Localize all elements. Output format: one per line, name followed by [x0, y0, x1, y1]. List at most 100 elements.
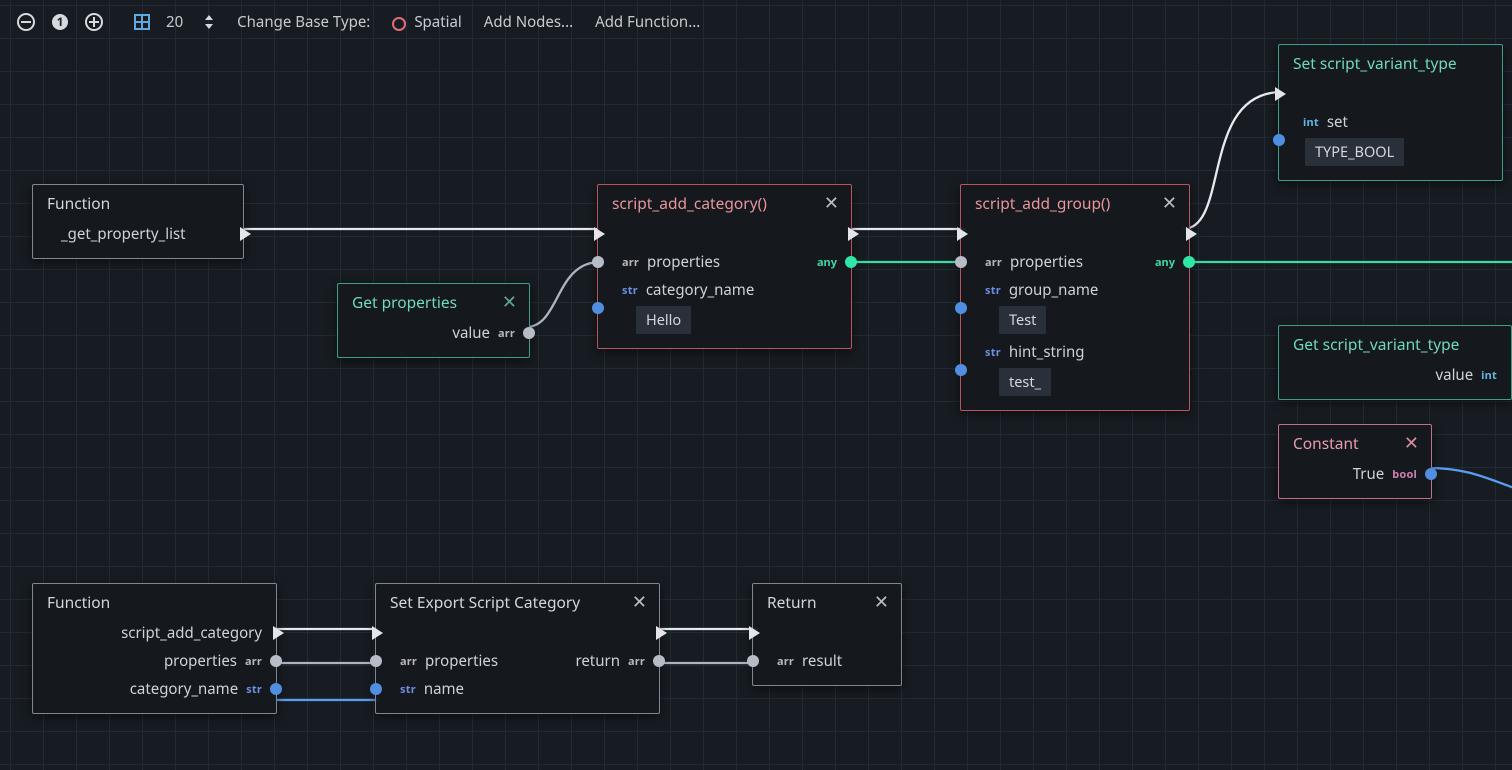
change-base-type-label: Change Base Type:: [231, 10, 376, 34]
type-tag-arr: arr: [622, 255, 639, 270]
properties-label: properties: [425, 651, 498, 671]
properties-in-port[interactable]: [955, 256, 967, 268]
type-tag-any: any: [817, 255, 837, 270]
close-icon[interactable]: ✕: [874, 593, 889, 611]
type-tag-arr: arr: [498, 326, 515, 341]
node-title: Constant: [1293, 432, 1359, 454]
node-title: Get script_variant_type: [1293, 333, 1459, 355]
grid-snap-value[interactable]: 20: [166, 12, 183, 32]
exec-in-port[interactable]: [594, 227, 605, 241]
node-title: Get properties: [352, 291, 457, 313]
result-in-port[interactable]: [747, 655, 759, 667]
type-tag-any: any: [1155, 255, 1175, 270]
node-script-add-group[interactable]: script_add_group() ✕ arr properties any: [960, 184, 1190, 411]
node-function-get-property-list[interactable]: Function _get_property_list: [32, 184, 244, 259]
any-out-port[interactable]: [845, 256, 857, 268]
type-tag-int: int: [1481, 368, 1497, 383]
snap-grid-icon[interactable]: [130, 10, 154, 34]
node-title: Set script_variant_type: [1293, 52, 1457, 74]
close-icon[interactable]: ✕: [502, 293, 517, 311]
type-tag-arr: arr: [628, 654, 645, 669]
graph-canvas[interactable]: Function _get_property_list Get properti…: [0, 0, 1512, 770]
type-tag-arr: arr: [777, 654, 794, 669]
exec-out-port[interactable]: [848, 227, 859, 241]
value-label: value: [1436, 365, 1474, 385]
properties-in-port[interactable]: [370, 655, 382, 667]
properties-out-port[interactable]: [270, 655, 282, 667]
group-name-value[interactable]: Test: [999, 306, 1046, 334]
exec-out-port[interactable]: [656, 626, 667, 640]
svg-text:1: 1: [57, 13, 64, 30]
hint-string-value[interactable]: test_: [999, 368, 1051, 396]
node-get-script-variant-type[interactable]: Get script_variant_type value int: [1278, 325, 1512, 400]
close-icon[interactable]: ✕: [824, 194, 839, 212]
node-function-script-add-category[interactable]: Function script_add_category properties …: [32, 583, 277, 714]
type-tag-arr: arr: [985, 255, 1002, 270]
result-label: result: [802, 651, 842, 671]
spatial-icon: [392, 17, 406, 31]
data-out-port[interactable]: [1425, 468, 1437, 480]
type-tag-bool: bool: [1392, 467, 1417, 482]
type-tag-arr: arr: [400, 654, 417, 669]
properties-in-port[interactable]: [592, 256, 604, 268]
output-label: value: [452, 323, 490, 343]
type-tag-str: str: [246, 682, 262, 697]
name-in-port[interactable]: [370, 683, 382, 695]
close-icon[interactable]: ✕: [1404, 434, 1419, 452]
exec-out-port[interactable]: [273, 626, 284, 640]
set-value[interactable]: TYPE_BOOL: [1305, 138, 1404, 166]
exec-in-port[interactable]: [957, 227, 968, 241]
type-tag-str: str: [622, 283, 638, 298]
node-constant[interactable]: Constant ✕ True bool: [1278, 424, 1432, 499]
category-name-out-port[interactable]: [270, 683, 282, 695]
group-name-label: group_name: [1009, 280, 1099, 300]
return-out-port[interactable]: [653, 655, 665, 667]
type-tag-str: str: [985, 345, 1001, 360]
close-icon[interactable]: ✕: [1162, 194, 1177, 212]
type-tag-str: str: [985, 283, 1001, 298]
exec-in-port[interactable]: [749, 626, 760, 640]
function-entry: script_add_category: [121, 623, 262, 643]
return-label: return: [575, 651, 620, 671]
graph-toolbar: 1 20 Change Base Type: Spatial Add Nodes…: [0, 0, 1512, 44]
function-entry: _get_property_list: [61, 224, 186, 244]
constant-value-label: True: [1353, 464, 1385, 484]
data-out-port[interactable]: [523, 327, 535, 339]
node-title: Function: [47, 591, 110, 613]
properties-label: properties: [1010, 252, 1083, 272]
stepper-icon[interactable]: [197, 10, 221, 34]
node-set-script-variant-type[interactable]: Set script_variant_type int set TYPE_BOO…: [1278, 44, 1503, 181]
node-set-export-script-category[interactable]: Set Export Script Category ✕ arr propert…: [375, 583, 660, 714]
add-function-button[interactable]: Add Function...: [589, 10, 706, 34]
type-tag-arr: arr: [245, 654, 262, 669]
zoom-in-icon[interactable]: [82, 10, 106, 34]
node-script-add-category[interactable]: script_add_category() ✕ arr properties a…: [597, 184, 852, 349]
node-return[interactable]: Return ✕ arr result: [752, 583, 902, 686]
close-icon[interactable]: ✕: [632, 593, 647, 611]
type-tag-int: int: [1303, 115, 1319, 130]
category-name-label: category_name: [646, 280, 754, 300]
base-type-value: Spatial: [414, 12, 461, 32]
exec-out-port[interactable]: [1186, 227, 1197, 241]
name-label: name: [424, 679, 464, 699]
node-title: script_add_category(): [612, 192, 767, 214]
hint-string-label: hint_string: [1009, 342, 1085, 362]
add-nodes-button[interactable]: Add Nodes...: [478, 10, 579, 34]
category-name-label: category_name: [130, 679, 238, 699]
properties-label: properties: [647, 252, 720, 272]
node-get-properties[interactable]: Get properties ✕ value arr: [337, 283, 530, 358]
category-name-value[interactable]: Hello: [636, 306, 691, 334]
exec-out-port[interactable]: [240, 227, 251, 241]
exec-in-port[interactable]: [1275, 87, 1286, 101]
exec-in-port[interactable]: [372, 626, 383, 640]
zoom-out-icon[interactable]: [14, 10, 38, 34]
node-title: Function: [47, 192, 110, 214]
any-out-port[interactable]: [1183, 256, 1195, 268]
set-label: set: [1327, 112, 1348, 132]
node-title: Set Export Script Category: [390, 591, 580, 613]
zoom-reset-icon[interactable]: 1: [48, 10, 72, 34]
node-title: Return: [767, 591, 817, 613]
base-type-selector[interactable]: Spatial: [386, 10, 467, 34]
node-title: script_add_group(): [975, 192, 1110, 214]
properties-label: properties: [164, 651, 237, 671]
